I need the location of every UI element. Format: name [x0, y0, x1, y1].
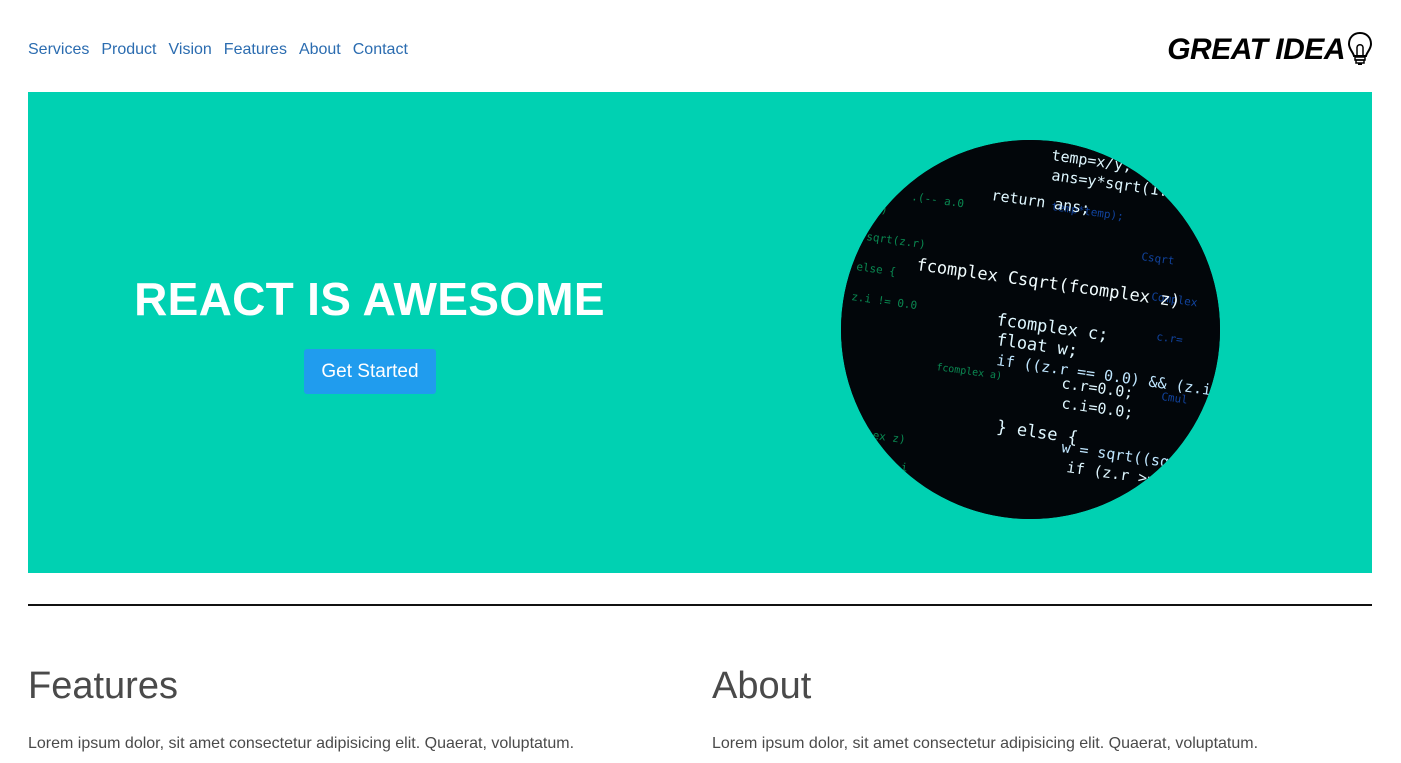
nav-link-contact[interactable]: Contact	[353, 40, 408, 60]
features-section: Features Lorem ipsum dolor, sit amet con…	[28, 662, 668, 756]
nav-link-services[interactable]: Services	[28, 40, 89, 60]
about-heading: About	[712, 665, 812, 707]
page: Services Product Vision Features About C…	[0, 0, 1401, 763]
brand-logo-text: GREAT IDEA	[1167, 33, 1345, 66]
nav-link-vision[interactable]: Vision	[169, 40, 212, 60]
brand-logo[interactable]: GREAT IDEA	[1167, 30, 1373, 70]
code-image: z.r) sqrt(z.r) else { z.i != 0.0 omplex …	[841, 140, 1220, 519]
features-heading: Features	[28, 665, 178, 707]
section-divider	[28, 604, 1372, 606]
features-body: Lorem ipsum dolor, sit amet consectetur …	[28, 735, 575, 752]
hero-title: REACT IS AWESOME	[134, 273, 605, 325]
hero-section: REACT IS AWESOME Get Started z.r) sqrt(z…	[28, 92, 1372, 573]
get-started-button[interactable]: Get Started	[304, 349, 436, 394]
top-nav: Services Product Vision Features About C…	[28, 40, 420, 60]
lightbulb-icon	[1347, 31, 1373, 65]
about-section: About Lorem ipsum dolor, sit amet consec…	[712, 662, 1352, 756]
nav-link-about[interactable]: About	[299, 40, 341, 60]
svg-text:z.r): z.r)	[861, 200, 889, 217]
nav-link-features[interactable]: Features	[224, 40, 287, 60]
code-image-graphic: z.r) sqrt(z.r) else { z.i != 0.0 omplex …	[841, 140, 1220, 519]
nav-link-product[interactable]: Product	[101, 40, 156, 60]
about-body: Lorem ipsum dolor, sit amet consectetur …	[712, 735, 1259, 752]
